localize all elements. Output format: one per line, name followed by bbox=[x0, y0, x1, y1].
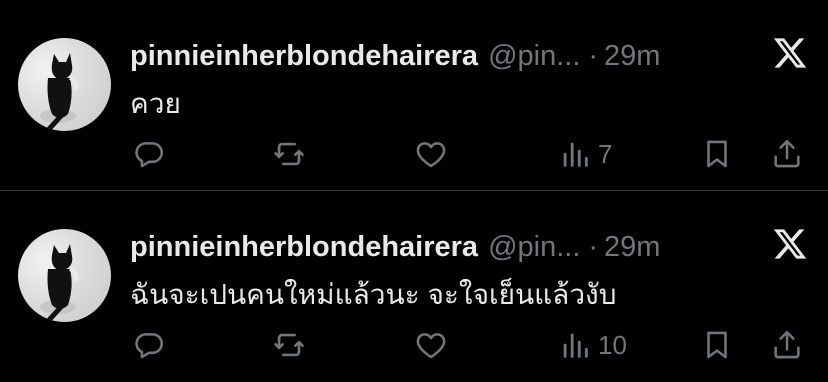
x-logo-icon bbox=[772, 35, 808, 71]
tweet[interactable]: pinnieinherblondehairera @pin... · 29m ค… bbox=[0, 0, 828, 190]
timeline-feed: pinnieinherblondehairera @pin... · 29m ค… bbox=[0, 0, 828, 382]
timestamp[interactable]: 29m bbox=[604, 231, 660, 264]
analytics-icon bbox=[563, 333, 588, 358]
tweet-header: pinnieinherblondehairera @pin... · 29m bbox=[130, 225, 660, 269]
view-count: 10 bbox=[598, 329, 627, 360]
avatar[interactable] bbox=[18, 229, 111, 322]
retweet-button[interactable] bbox=[272, 323, 306, 367]
tweet-header: pinnieinherblondehairera @pin... · 29m bbox=[130, 34, 660, 78]
tweet-text: ฉันจะเปนคนใหม่แล้วนะ จะใจเย็นแล้วงับ bbox=[130, 279, 617, 310]
share-button[interactable] bbox=[770, 323, 804, 367]
bookmark-icon bbox=[707, 140, 727, 168]
analytics-icon bbox=[563, 142, 588, 167]
views-button[interactable]: 10 bbox=[558, 323, 627, 367]
user-handle[interactable]: @pin... bbox=[488, 40, 580, 73]
views-button[interactable]: 7 bbox=[558, 132, 612, 176]
reply-icon bbox=[135, 333, 164, 359]
tweet-actions: 10 bbox=[0, 323, 828, 367]
like-button[interactable] bbox=[414, 132, 448, 176]
tweet[interactable]: pinnieinherblondehairera @pin... · 29m ฉ… bbox=[0, 191, 828, 381]
bookmark-icon bbox=[707, 331, 727, 359]
separator-dot: · bbox=[588, 230, 599, 263]
x-logo-icon bbox=[772, 226, 808, 262]
retweet-icon bbox=[274, 142, 304, 166]
display-name[interactable]: pinnieinherblondehairera bbox=[130, 40, 478, 73]
reply-icon bbox=[135, 142, 164, 168]
retweet-icon bbox=[274, 333, 304, 357]
black-cat-avatar-icon bbox=[40, 244, 79, 322]
share-button[interactable] bbox=[770, 132, 804, 176]
separator-dot: · bbox=[588, 39, 599, 72]
black-cat-avatar-icon bbox=[40, 53, 79, 131]
bookmark-button[interactable] bbox=[700, 132, 734, 176]
reply-button[interactable] bbox=[132, 323, 166, 367]
share-icon bbox=[774, 330, 800, 359]
view-count: 7 bbox=[598, 138, 613, 169]
heart-icon bbox=[416, 333, 446, 359]
timestamp[interactable]: 29m bbox=[604, 40, 660, 73]
avatar[interactable] bbox=[18, 38, 111, 131]
bookmark-button[interactable] bbox=[700, 323, 734, 367]
share-icon bbox=[774, 139, 800, 168]
heart-icon bbox=[416, 142, 446, 168]
display-name[interactable]: pinnieinherblondehairera bbox=[130, 231, 478, 264]
tweet-text: ควย bbox=[130, 88, 181, 119]
reply-button[interactable] bbox=[132, 132, 166, 176]
retweet-button[interactable] bbox=[272, 132, 306, 176]
tweet-actions: 7 bbox=[0, 132, 828, 176]
like-button[interactable] bbox=[414, 323, 448, 367]
user-handle[interactable]: @pin... bbox=[488, 231, 580, 264]
